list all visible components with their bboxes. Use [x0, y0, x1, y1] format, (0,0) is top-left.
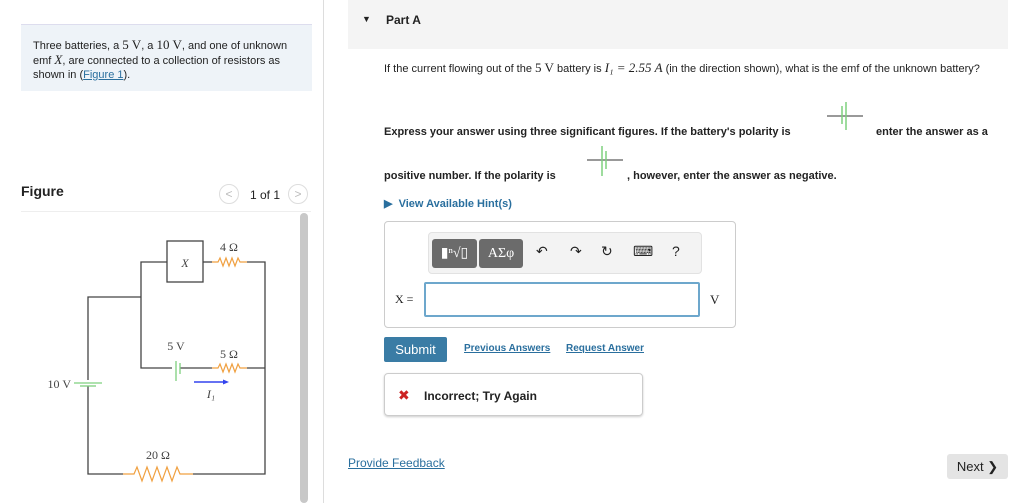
keyboard-icon[interactable]: ⌨ — [633, 243, 653, 260]
label-i1: I₁ — [206, 387, 215, 401]
label-20ohm: 20 Ω — [146, 448, 170, 462]
hints-label: View Available Hint(s) — [398, 198, 512, 210]
resistor-20ohm — [123, 465, 193, 483]
part-title: Part A — [386, 13, 421, 27]
label-x: X — [180, 256, 189, 270]
incorrect-x-icon: ✖ — [398, 387, 410, 403]
instruction-2: enter the answer as a — [876, 126, 988, 138]
q-text: (in the direction shown), what is the em… — [662, 63, 980, 75]
label-5v: 5 V — [167, 339, 185, 353]
feedback-text: Incorrect; Try Again — [424, 389, 537, 403]
current-arrowhead — [223, 379, 229, 385]
label-5ohm: 5 Ω — [220, 347, 238, 361]
polarity-positive-icon — [827, 102, 863, 130]
wires — [87, 240, 266, 475]
q-5v: 5 V — [535, 60, 554, 75]
provide-feedback-link[interactable]: Provide Feedback — [348, 456, 445, 470]
help-icon[interactable]: ? — [672, 243, 680, 259]
instruction-1: Express your answer using three signific… — [384, 126, 791, 138]
circuit-diagram: X 4 Ω 5 V 5 Ω I₁ 10 V 20 Ω — [48, 240, 266, 483]
polarity-negative-icon — [587, 146, 623, 176]
previous-answers-link[interactable]: Previous Answers — [464, 343, 550, 354]
resistor-5ohm — [212, 362, 247, 374]
q-text: battery is — [553, 63, 605, 75]
templates-button[interactable]: ▮ⁿ√▯ — [432, 239, 477, 268]
reset-icon[interactable]: ↻ — [601, 243, 613, 260]
undo-icon[interactable]: ↶ — [536, 243, 548, 260]
resistor-4ohm — [212, 256, 247, 268]
question-text: If the current flowing out of the 5 V ba… — [384, 61, 994, 76]
panel-divider — [323, 0, 324, 503]
answer-input[interactable] — [424, 282, 700, 317]
caret-right-icon: ▶ — [384, 198, 393, 210]
part-a-header[interactable]: ▼ Part A — [348, 0, 1008, 49]
label-10v: 10 V — [48, 377, 72, 391]
submit-button[interactable]: Submit — [384, 337, 447, 362]
feedback-box: ✖ Incorrect; Try Again — [384, 373, 643, 416]
collapse-caret-icon[interactable]: ▼ — [362, 14, 371, 24]
request-answer-link[interactable]: Request Answer — [566, 343, 644, 354]
label-4ohm: 4 Ω — [220, 240, 238, 254]
redo-icon[interactable]: ↷ — [570, 243, 582, 260]
math-toolbar: ▮ⁿ√▯ ΑΣφ ↶ ↷ ↻ ⌨ ? — [428, 232, 702, 274]
answer-label: X = — [395, 292, 414, 306]
hints-toggle[interactable]: ▶ View Available Hint(s) — [384, 197, 512, 210]
instruction-4: , however, enter the answer as negative. — [627, 170, 837, 182]
batteries — [74, 361, 181, 387]
q-current: I₁ = 2.55 A — [604, 60, 663, 75]
symbols-button[interactable]: ΑΣφ — [479, 239, 523, 268]
instruction-3: positive number. If the polarity is — [384, 170, 556, 182]
next-button[interactable]: Next ❯ — [947, 454, 1008, 479]
answer-unit: V — [710, 292, 720, 307]
q-text: If the current flowing out of the — [384, 63, 536, 75]
